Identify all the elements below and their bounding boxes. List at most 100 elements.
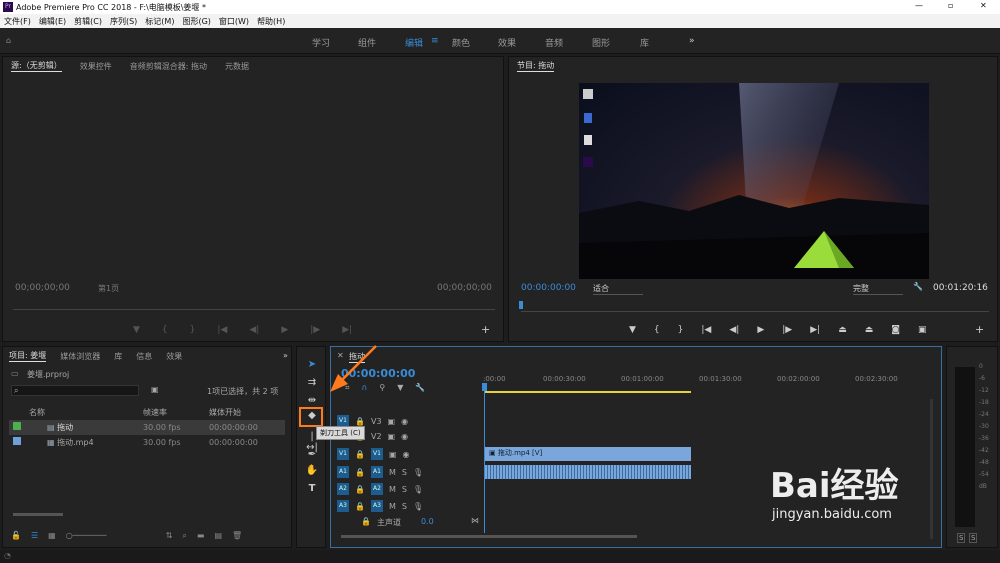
project-search-input[interactable]: ⌕ <box>11 385 139 396</box>
mute-icon[interactable]: M <box>389 468 396 477</box>
source-patch-a3[interactable]: A3 <box>337 500 349 512</box>
menu-marker[interactable]: 标记(M) <box>141 14 178 28</box>
col-start[interactable]: 媒体开始 <box>205 405 285 420</box>
wrench-icon[interactable]: 🔧 <box>913 282 923 291</box>
tab-media-browser[interactable]: 媒体浏览器 <box>60 351 100 362</box>
razor-tool-icon[interactable]: ◆ <box>305 410 319 421</box>
work-area-bar[interactable] <box>485 391 691 393</box>
ws-learn[interactable]: 学习 <box>312 36 330 49</box>
menu-help[interactable]: 帮助(H) <box>253 14 289 28</box>
audio-clip[interactable] <box>485 465 691 479</box>
ws-menu-icon[interactable]: ≡ <box>431 36 439 46</box>
table-row[interactable]: ▦ 拖动.mp4 30.00 fps 00:00:00:00 <box>9 435 285 450</box>
program-add-button-icon[interactable]: + <box>975 323 984 336</box>
eye-icon[interactable]: ◉ <box>401 432 408 441</box>
mute-icon[interactable]: M <box>389 502 396 511</box>
source-patch-a2[interactable]: A2 <box>337 483 349 495</box>
track-select-tool-icon[interactable]: ⇉ <box>305 377 319 388</box>
export-frame-icon[interactable]: ◙ <box>891 325 900 335</box>
ws-graphics[interactable]: 图形 <box>592 36 610 49</box>
master-volume[interactable]: 0.0 <box>421 517 434 528</box>
solo-right-button[interactable]: S <box>969 533 978 543</box>
solo-icon[interactable]: S <box>402 502 407 511</box>
col-fps[interactable]: 帧速率 <box>139 405 205 420</box>
tab-source[interactable]: 源:（无剪辑） <box>11 60 62 72</box>
sort-icon[interactable]: ⇅ <box>166 531 173 541</box>
table-row[interactable]: ▤ 拖动 30.00 fps 00:00:00:00 <box>9 420 285 435</box>
eye-icon[interactable]: ◉ <box>401 417 408 426</box>
step-back-icon[interactable]: ◀| <box>249 325 259 335</box>
track-target-a2[interactable]: A2 <box>370 483 383 495</box>
extract-icon[interactable]: ⏏ <box>865 325 874 335</box>
video-clip[interactable]: ▣ 拖动.mp4 [V] <box>485 447 691 461</box>
ws-color[interactable]: 颜色 <box>452 36 470 49</box>
maximize-icon[interactable]: ▫ <box>948 1 953 10</box>
source-add-button-icon[interactable]: + <box>481 323 490 336</box>
type-tool-icon[interactable]: T <box>305 483 319 494</box>
source-scrubber[interactable] <box>13 309 495 310</box>
go-to-in-icon[interactable]: |◀ <box>217 325 227 335</box>
solo-left-button[interactable]: S <box>957 533 966 543</box>
track-target-v1[interactable]: V1 <box>370 448 383 460</box>
sync-lock-icon[interactable]: ▣ <box>388 432 396 441</box>
mic-icon[interactable]: 🎙 <box>413 502 423 511</box>
quality-select[interactable]: 完整 <box>853 283 903 295</box>
ws-effects[interactable]: 效果 <box>498 36 516 49</box>
ws-libraries[interactable]: 库 <box>640 36 649 49</box>
step-back-icon[interactable]: ◀| <box>729 325 739 335</box>
lock-icon[interactable]: 🔒 <box>355 502 365 511</box>
track-target-a1[interactable]: A1 <box>370 466 383 478</box>
source-patch-a1[interactable]: A1 <box>337 466 349 478</box>
tab-project[interactable]: 项目: 姜堰 <box>9 350 47 362</box>
playhead-handle[interactable] <box>482 383 487 391</box>
close-icon[interactable]: ✕ <box>980 1 987 10</box>
new-bin-icon[interactable]: ▬ <box>197 531 205 541</box>
tab-libraries[interactable]: 库 <box>114 351 122 362</box>
step-forward-icon[interactable]: |▶ <box>782 325 792 335</box>
go-to-end-icon[interactable]: ⋈ <box>471 516 479 525</box>
add-marker-icon[interactable]: ▼ <box>629 325 636 335</box>
menu-file[interactable]: 文件(F) <box>0 14 35 28</box>
add-marker-icon[interactable]: ▼ <box>397 383 403 393</box>
list-view-icon[interactable]: ☰ <box>31 531 38 541</box>
find-icon[interactable]: ⌕ <box>182 531 186 541</box>
ws-editing[interactable]: 编辑 <box>405 36 423 49</box>
mark-out-icon[interactable]: } <box>678 325 684 335</box>
add-marker-icon[interactable]: ▼ <box>133 325 140 335</box>
menu-sequence[interactable]: 序列(S) <box>106 14 141 28</box>
ripple-edit-tool-icon[interactable]: ⇹ <box>305 395 319 406</box>
mic-icon[interactable]: 🎙 <box>413 468 423 477</box>
ws-assembly[interactable]: 组件 <box>358 36 376 49</box>
more-workspaces-icon[interactable]: » <box>689 36 695 46</box>
new-item-icon[interactable]: ▤ <box>214 531 222 541</box>
minimize-icon[interactable]: — <box>915 1 923 10</box>
col-name[interactable]: 名称 <box>9 405 139 420</box>
menu-clip[interactable]: 剪辑(C) <box>70 14 106 28</box>
ws-audio[interactable]: 音频 <box>545 36 563 49</box>
menu-window[interactable]: 窗口(W) <box>215 14 253 28</box>
selection-tool-icon[interactable]: ➤ <box>305 359 319 370</box>
compare-icon[interactable]: ▣ <box>918 325 927 335</box>
mute-icon[interactable]: M <box>389 485 396 494</box>
new-bin-from-search-icon[interactable]: ▣ <box>151 385 159 394</box>
label-color-swatch[interactable] <box>13 437 21 445</box>
menu-graphics[interactable]: 图形(G) <box>178 14 214 28</box>
track-target-a3[interactable]: A3 <box>370 500 383 512</box>
lock-icon[interactable]: 🔒 <box>355 450 365 459</box>
delete-icon[interactable]: 🗑 <box>232 531 242 541</box>
lock-icon[interactable]: 🔓 <box>11 531 21 541</box>
lock-icon[interactable]: 🔒 <box>361 517 371 528</box>
tab-metadata[interactable]: 元数据 <box>225 61 249 72</box>
zoom-slider[interactable]: ○─────── <box>66 531 126 541</box>
menu-edit[interactable]: 编辑(E) <box>35 14 70 28</box>
zoom-select[interactable]: 适合 <box>593 283 643 295</box>
tab-program[interactable]: 节目: 拖动 <box>517 60 555 72</box>
home-icon[interactable]: ⌂ <box>6 36 11 45</box>
pen-tool-icon[interactable]: ✒ <box>305 449 319 460</box>
sync-lock-icon[interactable]: ▣ <box>388 417 396 426</box>
sync-lock-icon[interactable]: ▣ <box>389 450 397 459</box>
go-to-out-icon[interactable]: ▶| <box>810 325 820 335</box>
source-page[interactable]: 第1页 <box>98 283 119 294</box>
play-icon[interactable]: ▶ <box>281 325 288 335</box>
settings-icon[interactable]: 🔧 <box>415 383 425 393</box>
